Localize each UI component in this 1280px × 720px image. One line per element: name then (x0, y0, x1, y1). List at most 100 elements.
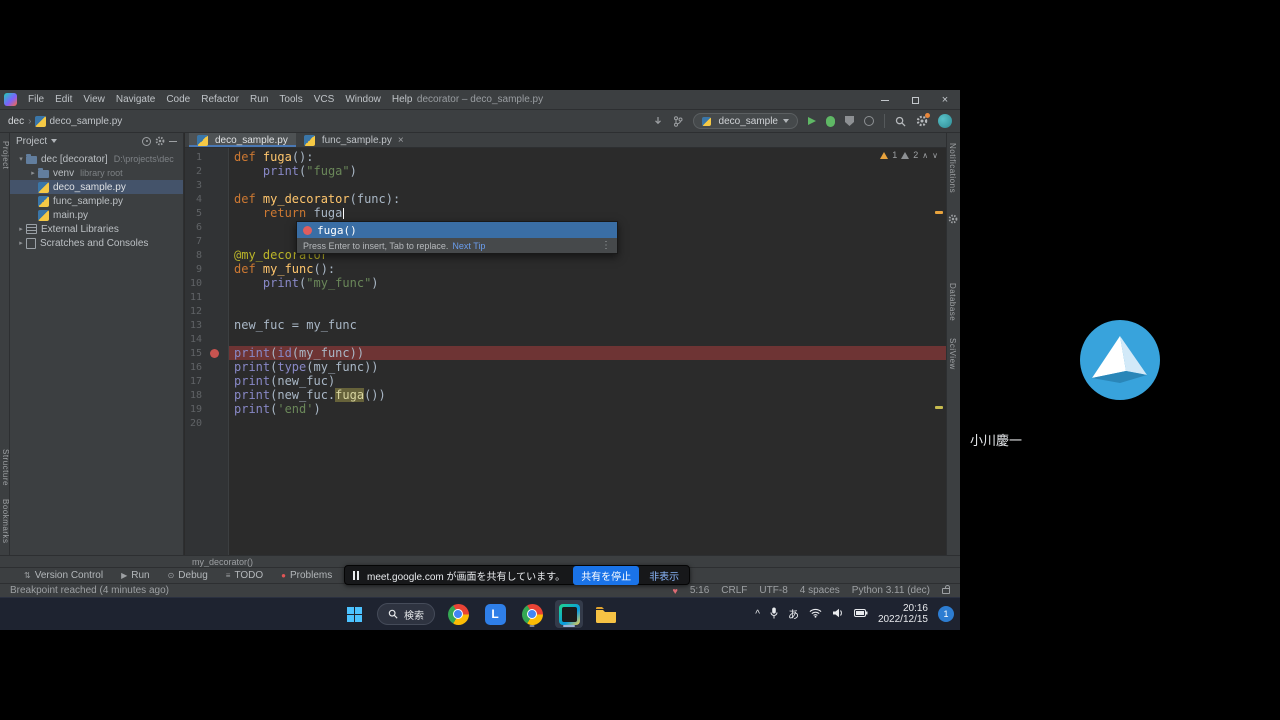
gutter-row[interactable]: 14 (185, 332, 228, 346)
tab-close-icon[interactable]: × (398, 135, 404, 146)
gutter-row[interactable]: 17 (185, 374, 228, 388)
scrollbar-warning-mark[interactable] (935, 406, 943, 409)
menu-refactor[interactable]: Refactor (196, 92, 244, 107)
coverage-button[interactable] (845, 116, 854, 126)
l-app-icon[interactable]: L (481, 600, 509, 628)
tree-item-func_sample.py[interactable]: func_sample.py (10, 194, 183, 208)
status-widget-4-spaces[interactable]: 4 spaces (800, 585, 840, 596)
gutter-row[interactable]: 10 (185, 276, 228, 290)
stripe-settings-gear-icon[interactable] (948, 211, 958, 229)
code-line-12[interactable] (229, 304, 946, 318)
profiler-button[interactable] (864, 116, 874, 126)
code-line-17[interactable]: print(new_fuc) (229, 374, 946, 388)
taskbar-clock[interactable]: 20:16 2022/12/15 (878, 603, 928, 625)
gutter-row[interactable]: 15 (185, 346, 228, 360)
status-widget-utf-8[interactable]: UTF-8 (759, 585, 787, 596)
hide-button[interactable]: 非表示 (647, 566, 681, 585)
status-widget-python-3.11-dec[interactable]: Python 3.11 (dec) (852, 585, 930, 596)
code-line-20[interactable] (229, 416, 946, 430)
code-line-14[interactable] (229, 332, 946, 346)
close-button[interactable]: × (930, 90, 960, 110)
toolwindow-run[interactable]: ▶Run (121, 570, 150, 581)
menu-window[interactable]: Window (340, 92, 386, 107)
tree-item-scratches-and-consoles[interactable]: ▸Scratches and Consoles (10, 236, 183, 250)
more-options-icon[interactable]: ⋮ (601, 240, 611, 251)
code-line-3[interactable] (229, 178, 946, 192)
panel-settings-gear-icon[interactable] (155, 136, 165, 146)
code-line-9[interactable]: def my_func(): (229, 262, 946, 276)
branch-icon[interactable] (673, 116, 683, 127)
next-tip-link[interactable]: Next Tip (452, 241, 485, 251)
gutter-row[interactable]: 8 (185, 248, 228, 262)
menu-edit[interactable]: Edit (50, 92, 77, 107)
toolwindow-version-control[interactable]: ⇅Version Control (24, 570, 103, 581)
gutter-row[interactable]: 2 (185, 164, 228, 178)
breadcrumb-file[interactable]: deco_sample.py (49, 116, 122, 127)
run-button[interactable] (808, 117, 816, 125)
scrollbar-warning-mark[interactable] (935, 211, 943, 214)
breadcrumb-project[interactable]: dec (8, 116, 24, 127)
gutter-row[interactable]: 11 (185, 290, 228, 304)
status-widget-5-16[interactable]: 5:16 (690, 585, 709, 596)
code-line-13[interactable]: new_fuc = my_func (229, 318, 946, 332)
stripe-notifications[interactable]: Notifications (948, 143, 957, 193)
gutter-row[interactable]: 12 (185, 304, 228, 318)
gutter-row[interactable]: 18 (185, 388, 228, 402)
tab-deco_sample.py[interactable]: deco_sample.py (189, 133, 296, 147)
code-line-15[interactable]: print(id(my_func)) (229, 346, 946, 360)
chevron-down-icon[interactable] (51, 139, 57, 143)
wifi-icon[interactable] (809, 608, 822, 621)
menu-navigate[interactable]: Navigate (111, 92, 160, 107)
code-line-4[interactable]: def my_decorator(func): (229, 192, 946, 206)
update-project-icon[interactable] (653, 116, 663, 126)
debug-button[interactable] (826, 116, 835, 127)
search-everywhere-icon[interactable] (895, 116, 906, 127)
microphone-icon[interactable] (770, 607, 778, 622)
hide-panel-icon[interactable] (169, 141, 177, 142)
tree-item-deco_sample.py[interactable]: deco_sample.py (10, 180, 183, 194)
code-line-11[interactable] (229, 290, 946, 304)
pycharm-app-icon[interactable] (555, 600, 583, 628)
gutter-row[interactable]: 13 (185, 318, 228, 332)
stripe-structure[interactable]: Structure (1, 449, 10, 486)
toolwindow-debug[interactable]: ⊙Debug (168, 570, 208, 581)
gutter-row[interactable]: 20 (185, 416, 228, 430)
editor-body[interactable]: 1234567891011121314151617181920 def fuga… (185, 148, 946, 555)
locate-file-icon[interactable] (142, 137, 151, 146)
minimize-button[interactable] (870, 90, 900, 110)
menu-help[interactable]: Help (387, 92, 418, 107)
code-line-2[interactable]: print("fuga") (229, 164, 946, 178)
gutter-row[interactable]: 7 (185, 234, 228, 248)
gutter-row[interactable]: 4 (185, 192, 228, 206)
file-explorer-icon[interactable] (592, 600, 620, 628)
menu-code[interactable]: Code (161, 92, 195, 107)
menu-view[interactable]: View (78, 92, 110, 107)
breadcrumb-function[interactable]: my_decorator() (192, 557, 253, 567)
inspections-widget[interactable]: 1 2 ∧ ∨ (880, 150, 938, 160)
completion-item[interactable]: fuga() (297, 222, 617, 238)
notification-badge[interactable]: 1 (938, 606, 954, 622)
battery-icon[interactable] (854, 609, 868, 620)
heart-icon[interactable]: ♥ (672, 586, 677, 596)
code-line-19[interactable]: print('end') (229, 402, 946, 416)
code-line-1[interactable]: def fuga(): (229, 150, 946, 164)
start-button[interactable] (340, 600, 368, 628)
lock-icon[interactable] (942, 588, 950, 594)
tray-expand-icon[interactable]: ^ (755, 609, 760, 620)
menu-tools[interactable]: Tools (274, 92, 307, 107)
ime-indicator[interactable]: あ (788, 606, 799, 622)
code-line-16[interactable]: print(type(my_func)) (229, 360, 946, 374)
tree-item-dec-decorator[interactable]: ▾dec [decorator]D:\projects\dec (10, 152, 183, 166)
stripe-project[interactable]: Project (1, 141, 10, 169)
prev-problem-icon[interactable]: ∧ (922, 151, 928, 160)
gutter-row[interactable]: 6 (185, 220, 228, 234)
maximize-button[interactable] (900, 90, 930, 110)
menu-file[interactable]: File (23, 92, 49, 107)
stop-sharing-button[interactable]: 共有を停止 (573, 566, 639, 585)
user-avatar[interactable] (938, 114, 952, 128)
status-widget-crlf[interactable]: CRLF (721, 585, 747, 596)
tree-item-external-libraries[interactable]: ▸External Libraries (10, 222, 183, 236)
gutter-row[interactable]: 16 (185, 360, 228, 374)
code-line-5[interactable]: return fuga (229, 206, 946, 220)
editor-code[interactable]: def fuga(): print("fuga") def my_decorato… (229, 148, 946, 555)
